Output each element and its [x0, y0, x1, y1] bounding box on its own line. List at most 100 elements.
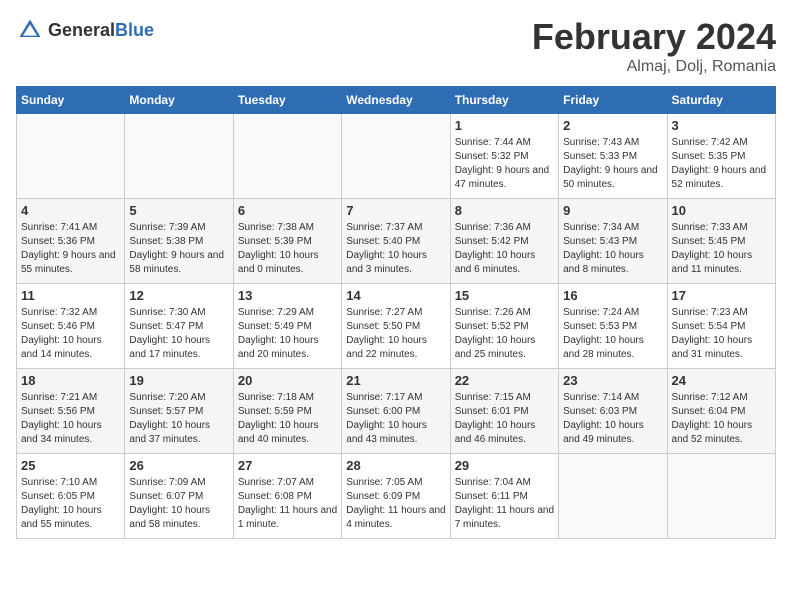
day-number: 9 — [563, 203, 662, 218]
page-header: GeneralBlue February 2024 Almaj, Dolj, R… — [16, 16, 776, 76]
day-info: Sunrise: 7:23 AMSunset: 5:54 PMDaylight:… — [672, 306, 771, 362]
day-info: Sunrise: 7:30 AMSunset: 5:47 PMDaylight:… — [129, 306, 228, 362]
day-number: 14 — [346, 288, 445, 303]
calendar-cell: 7 Sunrise: 7:37 AMSunset: 5:40 PMDaylight… — [342, 199, 450, 284]
day-info: Sunrise: 7:20 AMSunset: 5:57 PMDaylight:… — [129, 391, 228, 447]
calendar-cell: 16Sunrise: 7:24 AMSunset: 5:53 PMDayligh… — [559, 284, 667, 369]
day-number: 25 — [21, 458, 120, 473]
day-number: 26 — [129, 458, 228, 473]
day-info: Sunrise: 7:44 AMSunset: 5:32 PMDaylight:… — [455, 136, 554, 192]
day-info: Sunrise: 7:34 AMSunset: 5:43 PMDaylight:… — [563, 221, 662, 277]
day-number: 23 — [563, 373, 662, 388]
calendar-cell: 25 Sunrise: 7:10 AMSunset: 6:05 PMDayligh… — [17, 454, 125, 539]
calendar-cell: 17 Sunrise: 7:23 AMSunset: 5:54 PMDayligh… — [667, 284, 775, 369]
calendar-cell — [559, 454, 667, 539]
day-number: 16 — [563, 288, 662, 303]
calendar-cell: 27 Sunrise: 7:07 AMSunset: 6:08 PMDayligh… — [233, 454, 341, 539]
day-info: Sunrise: 7:38 AMSunset: 5:39 PMDaylight:… — [238, 221, 337, 277]
day-number: 1 — [455, 118, 554, 133]
calendar-cell — [667, 454, 775, 539]
calendar-cell: 2Sunrise: 7:43 AMSunset: 5:33 PMDaylight… — [559, 114, 667, 199]
calendar-location: Almaj, Dolj, Romania — [532, 58, 776, 76]
calendar-cell: 19 Sunrise: 7:20 AMSunset: 5:57 PMDayligh… — [125, 369, 233, 454]
calendar-cell: 22 Sunrise: 7:15 AMSunset: 6:01 PMDayligh… — [450, 369, 558, 454]
day-info: Sunrise: 7:37 AMSunset: 5:40 PMDaylight:… — [346, 221, 445, 277]
calendar-header-row: SundayMondayTuesdayWednesdayThursdayFrid… — [17, 87, 776, 114]
day-info: Sunrise: 7:21 AMSunset: 5:56 PMDaylight:… — [21, 391, 120, 447]
column-header-friday: Friday — [559, 87, 667, 114]
day-info: Sunrise: 7:17 AMSunset: 6:00 PMDaylight:… — [346, 391, 445, 447]
logo-text: GeneralBlue — [48, 20, 154, 41]
calendar-cell: 10Sunrise: 7:33 AMSunset: 5:45 PMDayligh… — [667, 199, 775, 284]
day-number: 27 — [238, 458, 337, 473]
day-number: 3 — [672, 118, 771, 133]
day-number: 22 — [455, 373, 554, 388]
day-info: Sunrise: 7:32 AMSunset: 5:46 PMDaylight:… — [21, 306, 120, 362]
day-number: 4 — [21, 203, 120, 218]
calendar-cell — [342, 114, 450, 199]
day-number: 24 — [672, 373, 771, 388]
calendar-cell: 15Sunrise: 7:26 AMSunset: 5:52 PMDayligh… — [450, 284, 558, 369]
day-number: 20 — [238, 373, 337, 388]
day-number: 8 — [455, 203, 554, 218]
day-info: Sunrise: 7:33 AMSunset: 5:45 PMDaylight:… — [672, 221, 771, 277]
calendar-week-row: 18 Sunrise: 7:21 AMSunset: 5:56 PMDayligh… — [17, 369, 776, 454]
calendar-cell: 1 Sunrise: 7:44 AMSunset: 5:32 PMDaylight… — [450, 114, 558, 199]
day-info: Sunrise: 7:10 AMSunset: 6:05 PMDaylight:… — [21, 476, 120, 532]
day-number: 21 — [346, 373, 445, 388]
day-info: Sunrise: 7:18 AMSunset: 5:59 PMDaylight:… — [238, 391, 337, 447]
calendar-cell: 8 Sunrise: 7:36 AMSunset: 5:42 PMDaylight… — [450, 199, 558, 284]
day-number: 13 — [238, 288, 337, 303]
calendar-cell: 3 Sunrise: 7:42 AMSunset: 5:35 PMDaylight… — [667, 114, 775, 199]
logo: GeneralBlue — [16, 16, 154, 44]
calendar-cell — [233, 114, 341, 199]
calendar-cell: 26 Sunrise: 7:09 AMSunset: 6:07 PMDayligh… — [125, 454, 233, 539]
calendar-week-row: 25 Sunrise: 7:10 AMSunset: 6:05 PMDayligh… — [17, 454, 776, 539]
day-number: 12 — [129, 288, 228, 303]
calendar-cell: 23 Sunrise: 7:14 AMSunset: 6:03 PMDayligh… — [559, 369, 667, 454]
calendar-cell: 29Sunrise: 7:04 AMSunset: 6:11 PMDayligh… — [450, 454, 558, 539]
calendar-week-row: 11 Sunrise: 7:32 AMSunset: 5:46 PMDayligh… — [17, 284, 776, 369]
day-number: 7 — [346, 203, 445, 218]
calendar-cell: 4Sunrise: 7:41 AMSunset: 5:36 PMDaylight… — [17, 199, 125, 284]
calendar-cell: 11 Sunrise: 7:32 AMSunset: 5:46 PMDayligh… — [17, 284, 125, 369]
day-number: 18 — [21, 373, 120, 388]
calendar-cell: 21 Sunrise: 7:17 AMSunset: 6:00 PMDayligh… — [342, 369, 450, 454]
calendar-cell: 14 Sunrise: 7:27 AMSunset: 5:50 PMDayligh… — [342, 284, 450, 369]
day-info: Sunrise: 7:09 AMSunset: 6:07 PMDaylight:… — [129, 476, 228, 532]
day-info: Sunrise: 7:14 AMSunset: 6:03 PMDaylight:… — [563, 391, 662, 447]
calendar-cell: 6 Sunrise: 7:38 AMSunset: 5:39 PMDaylight… — [233, 199, 341, 284]
day-info: Sunrise: 7:07 AMSunset: 6:08 PMDaylight:… — [238, 476, 337, 532]
title-block: February 2024 Almaj, Dolj, Romania — [532, 16, 776, 76]
day-info: Sunrise: 7:29 AMSunset: 5:49 PMDaylight:… — [238, 306, 337, 362]
day-info: Sunrise: 7:42 AMSunset: 5:35 PMDaylight:… — [672, 136, 771, 192]
day-number: 19 — [129, 373, 228, 388]
calendar-title: February 2024 — [532, 16, 776, 58]
day-number: 17 — [672, 288, 771, 303]
calendar-week-row: 4Sunrise: 7:41 AMSunset: 5:36 PMDaylight… — [17, 199, 776, 284]
day-number: 11 — [21, 288, 120, 303]
day-number: 29 — [455, 458, 554, 473]
day-number: 6 — [238, 203, 337, 218]
day-number: 2 — [563, 118, 662, 133]
day-info: Sunrise: 7:15 AMSunset: 6:01 PMDaylight:… — [455, 391, 554, 447]
logo-general: General — [48, 20, 115, 40]
calendar-week-row: 1 Sunrise: 7:44 AMSunset: 5:32 PMDaylight… — [17, 114, 776, 199]
logo-icon — [16, 16, 44, 44]
calendar-table: SundayMondayTuesdayWednesdayThursdayFrid… — [16, 86, 776, 539]
column-header-wednesday: Wednesday — [342, 87, 450, 114]
column-header-tuesday: Tuesday — [233, 87, 341, 114]
day-info: Sunrise: 7:27 AMSunset: 5:50 PMDaylight:… — [346, 306, 445, 362]
day-number: 15 — [455, 288, 554, 303]
calendar-cell: 9 Sunrise: 7:34 AMSunset: 5:43 PMDaylight… — [559, 199, 667, 284]
calendar-cell: 12 Sunrise: 7:30 AMSunset: 5:47 PMDayligh… — [125, 284, 233, 369]
calendar-cell: 18 Sunrise: 7:21 AMSunset: 5:56 PMDayligh… — [17, 369, 125, 454]
column-header-monday: Monday — [125, 87, 233, 114]
day-info: Sunrise: 7:36 AMSunset: 5:42 PMDaylight:… — [455, 221, 554, 277]
day-number: 28 — [346, 458, 445, 473]
calendar-cell — [17, 114, 125, 199]
day-info: Sunrise: 7:05 AMSunset: 6:09 PMDaylight:… — [346, 476, 445, 532]
calendar-cell: 28 Sunrise: 7:05 AMSunset: 6:09 PMDayligh… — [342, 454, 450, 539]
column-header-saturday: Saturday — [667, 87, 775, 114]
day-number: 5 — [129, 203, 228, 218]
